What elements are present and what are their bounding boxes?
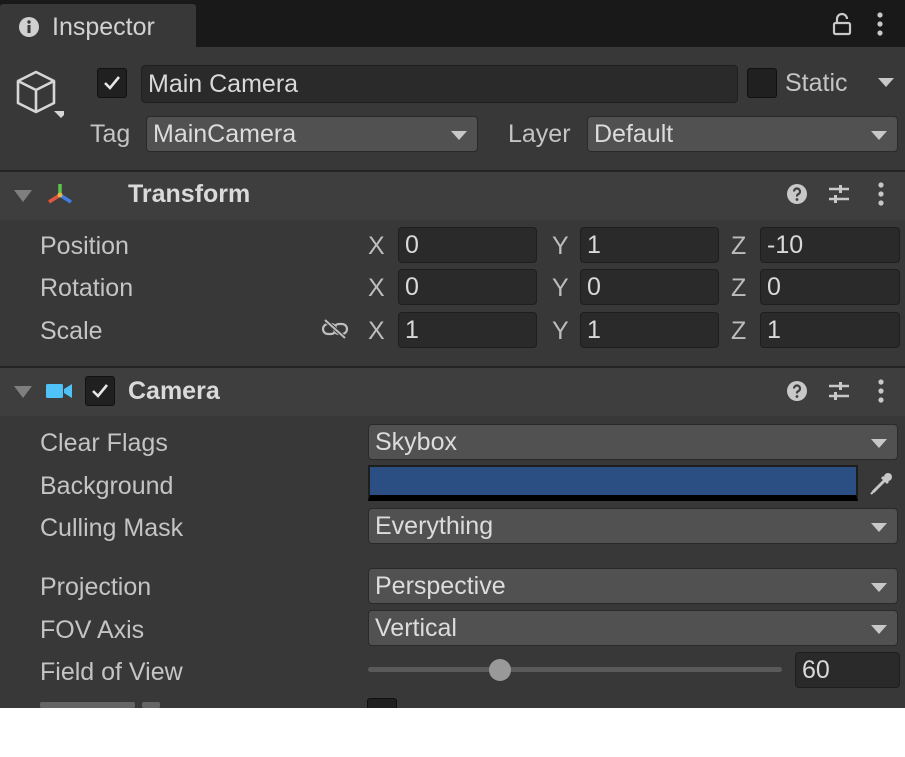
transform-foldout-icon[interactable] <box>14 190 32 202</box>
preset-sliders-icon[interactable] <box>827 380 851 402</box>
position-label: Position <box>40 232 129 260</box>
clear-flags-dropdown[interactable]: Skybox <box>368 424 898 460</box>
tag-value: MainCamera <box>153 120 297 148</box>
scale-z-axis-label[interactable]: Z <box>731 317 746 346</box>
rotation-y-axis-label[interactable]: Y <box>552 274 569 303</box>
position-z-field[interactable]: -10 <box>760 227 900 263</box>
scale-z-field[interactable]: 1 <box>760 312 900 348</box>
preset-sliders-icon[interactable] <box>827 183 851 205</box>
projection-label: Projection <box>40 573 152 601</box>
culling-mask-dropdown[interactable]: Everything <box>368 508 898 544</box>
fov-axis-value: Vertical <box>375 614 457 642</box>
chevron-down-icon <box>871 439 887 448</box>
position-x-field[interactable]: 0 <box>398 227 537 263</box>
field-of-view-label: Field of View <box>40 658 183 686</box>
position-y-axis-label[interactable]: Y <box>552 232 569 261</box>
layer-label: Layer <box>508 120 571 148</box>
kebab-menu-icon[interactable] <box>875 181 887 207</box>
scale-y-axis-label[interactable]: Y <box>552 317 569 346</box>
scale-x-field[interactable]: 1 <box>398 312 537 348</box>
tag-dropdown[interactable]: MainCamera <box>146 116 478 152</box>
fov-slider-track[interactable] <box>368 667 782 672</box>
fov-axis-dropdown[interactable]: Vertical <box>368 610 898 646</box>
physical-camera-label-clipped <box>40 700 180 708</box>
chevron-down-icon <box>871 625 887 634</box>
rotation-x-axis-label[interactable]: X <box>368 274 385 303</box>
fov-value-field[interactable]: 60 <box>795 652 900 688</box>
position-x-value: 0 <box>405 231 419 259</box>
chevron-down-icon <box>451 131 467 140</box>
culling-mask-value: Everything <box>375 512 494 540</box>
kebab-menu-icon[interactable] <box>874 11 886 37</box>
chevron-down-icon <box>871 523 887 532</box>
chevron-down-icon <box>871 583 887 592</box>
static-label: Static <box>785 69 848 97</box>
clear-flags-label: Clear Flags <box>40 429 168 457</box>
static-checkbox[interactable] <box>747 68 777 98</box>
transform-axes-icon <box>48 184 72 204</box>
rotation-x-value: 0 <box>405 273 419 301</box>
camera-icon <box>46 384 72 398</box>
rotation-z-field[interactable]: 0 <box>760 269 900 305</box>
rotation-y-field[interactable]: 0 <box>580 269 719 305</box>
scale-z-value: 1 <box>767 316 781 344</box>
transform-title: Transform <box>128 180 251 208</box>
rotation-label: Rotation <box>40 274 134 302</box>
position-y-value: 1 <box>587 231 601 259</box>
camera-foldout-icon[interactable] <box>14 386 32 398</box>
position-z-axis-label[interactable]: Z <box>731 232 746 261</box>
camera-enabled-checkbox[interactable] <box>85 376 115 406</box>
camera-title: Camera <box>128 377 220 405</box>
object-name-field[interactable]: Main Camera <box>141 65 738 103</box>
active-toggle-checkbox[interactable] <box>97 68 127 98</box>
fov-value: 60 <box>802 656 830 684</box>
checkmark-icon <box>92 384 109 398</box>
info-icon <box>19 17 39 37</box>
inspector-window: Inspector Main Camera Static Tag MainCam… <box>0 0 905 708</box>
gameobject-cube-icon[interactable] <box>14 68 64 120</box>
rotation-x-field[interactable]: 0 <box>398 269 537 305</box>
scale-x-value: 1 <box>405 316 419 344</box>
eyedropper-icon[interactable] <box>862 467 898 499</box>
position-x-axis-label[interactable]: X <box>368 232 385 261</box>
rotation-z-axis-label[interactable]: Z <box>731 274 746 303</box>
kebab-menu-icon[interactable] <box>875 378 887 404</box>
checkmark-icon <box>104 76 121 90</box>
position-z-value: -10 <box>767 231 804 259</box>
fov-axis-label: FOV Axis <box>40 616 145 644</box>
scale-y-field[interactable]: 1 <box>580 312 719 348</box>
layer-dropdown[interactable]: Default <box>587 116 898 152</box>
object-name-text: Main Camera <box>148 70 299 98</box>
clear-flags-value: Skybox <box>375 428 457 456</box>
chevron-down-icon <box>871 131 887 140</box>
fov-slider-thumb[interactable] <box>489 659 512 681</box>
help-icon[interactable] <box>786 380 808 402</box>
layer-value: Default <box>594 120 674 148</box>
culling-mask-label: Culling Mask <box>40 514 184 542</box>
projection-value: Perspective <box>375 572 506 600</box>
scale-label: Scale <box>40 317 103 345</box>
tab-label: Inspector <box>52 13 155 41</box>
position-y-field[interactable]: 1 <box>580 227 719 263</box>
static-dropdown-arrow-icon[interactable] <box>878 78 894 87</box>
tab-inspector[interactable]: Inspector <box>0 4 196 47</box>
rotation-y-value: 0 <box>587 273 601 301</box>
rotation-z-value: 0 <box>767 273 781 301</box>
help-icon[interactable] <box>786 183 808 205</box>
tag-label: Tag <box>90 120 131 148</box>
unlink-icon[interactable] <box>321 319 349 339</box>
lock-icon[interactable] <box>832 12 852 36</box>
background-label: Background <box>40 472 174 500</box>
scale-x-axis-label[interactable]: X <box>368 317 385 346</box>
projection-dropdown[interactable]: Perspective <box>368 568 898 604</box>
tab-bar: Inspector <box>0 0 905 47</box>
scale-y-value: 1 <box>587 316 601 344</box>
physical-camera-checkbox[interactable] <box>367 698 397 708</box>
background-color-field[interactable] <box>368 465 858 501</box>
